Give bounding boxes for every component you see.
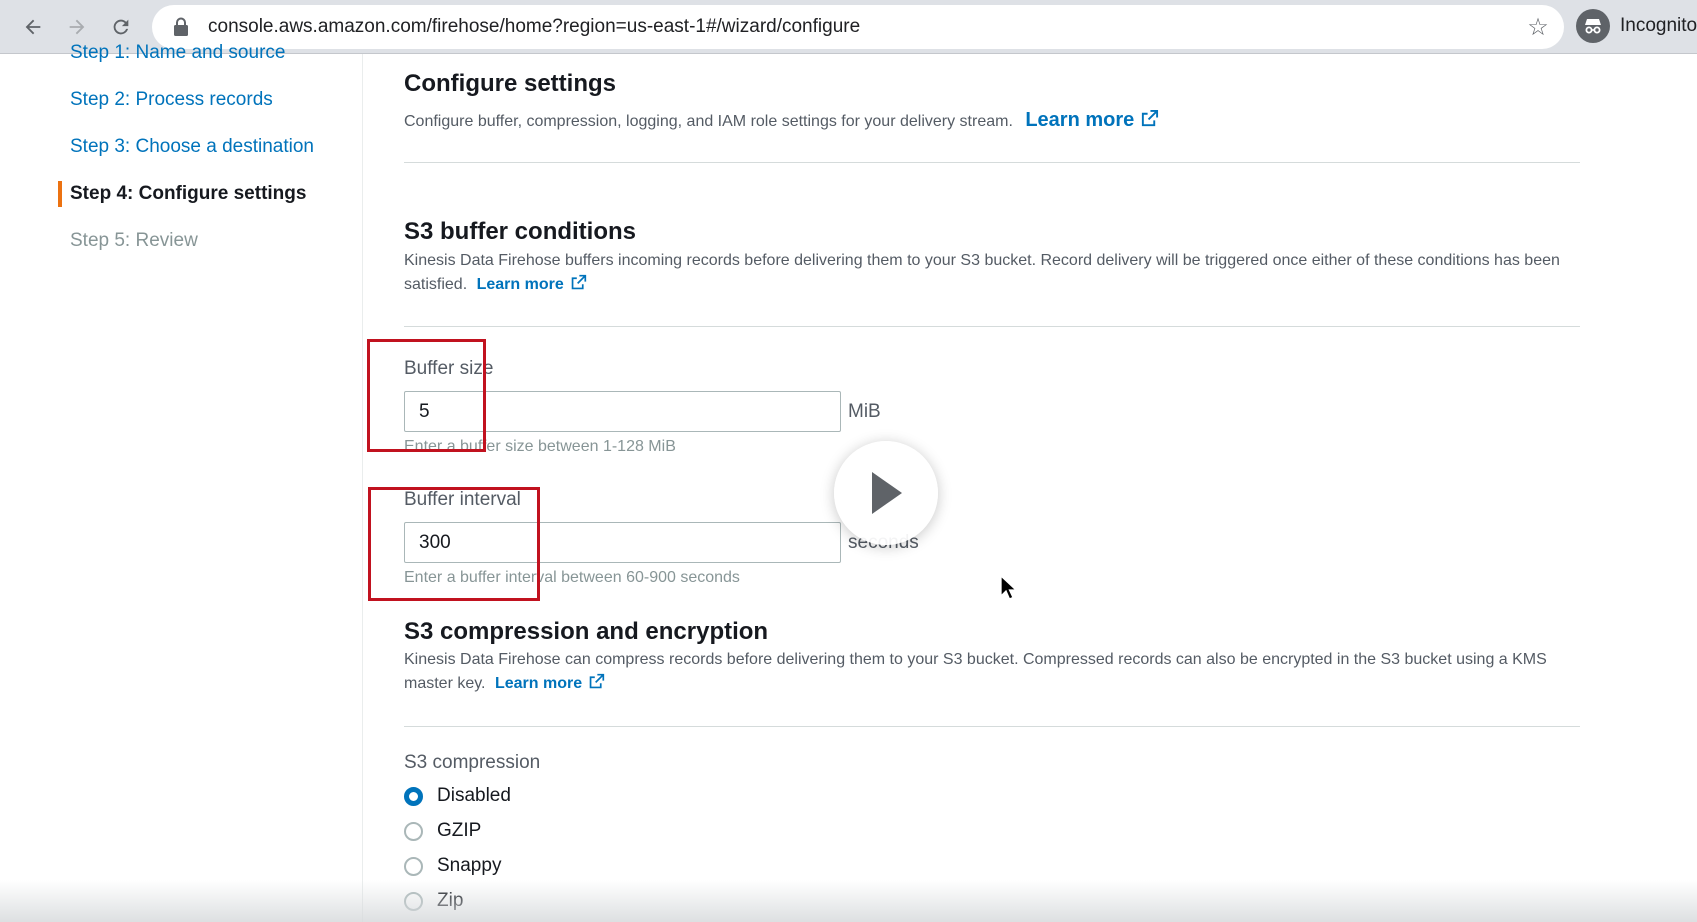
wizard-step-3[interactable]: Step 3: Choose a destination (70, 136, 314, 158)
compression-learn-more-link[interactable]: Learn more (494, 673, 605, 692)
radio-label: Disabled (437, 785, 511, 806)
configure-learn-more-label: Learn more (1025, 109, 1135, 131)
lock-icon (170, 16, 192, 38)
wizard-step-5: Step 5: Review (70, 230, 198, 251)
configure-description: Configure buffer, compression, logging, … (404, 108, 1580, 134)
wizard-step-4: Step 4: Configure settings (70, 183, 307, 204)
buffer-section-title: S3 buffer conditions (404, 218, 637, 245)
radio-label: GZIP (437, 820, 482, 841)
radio-button[interactable] (404, 821, 423, 841)
wizard-steps-nav: Step 1: Name and source Step 2: Process … (0, 42, 363, 922)
configure-learn-more-link[interactable]: Learn more (1025, 109, 1159, 131)
compression-description: Kinesis Data Firehose can compress recor… (404, 648, 1580, 696)
highlight-box-buffer-size (367, 339, 486, 452)
reload-icon[interactable] (104, 10, 138, 44)
radio-button[interactable] (404, 856, 423, 876)
buffer-description: Kinesis Data Firehose buffers incoming r… (404, 249, 1580, 297)
page-title: Configure settings (404, 70, 617, 97)
section-divider (404, 326, 1580, 327)
section-divider (404, 162, 1580, 163)
section-divider (404, 726, 1580, 727)
compression-option-gzip[interactable]: GZIP (404, 817, 481, 845)
bookmark-star-icon[interactable]: ☆ (1524, 13, 1552, 41)
compression-learn-more-label: Learn more (494, 675, 583, 692)
s3-compression-label: S3 compression (404, 752, 541, 773)
back-icon[interactable] (16, 10, 50, 44)
radio-label: Snappy (437, 855, 502, 876)
play-icon (872, 472, 902, 514)
radio-button-checked[interactable] (404, 786, 423, 806)
address-bar[interactable]: console.aws.amazon.com/firehose/home?reg… (152, 5, 1564, 49)
compression-section-title: S3 compression and encryption (404, 618, 769, 645)
buffer-size-unit: MiB (848, 401, 881, 422)
highlight-box-buffer-interval (368, 487, 540, 601)
wizard-step-2[interactable]: Step 2: Process records (70, 89, 273, 111)
configure-description-text: Configure buffer, compression, logging, … (404, 113, 1013, 130)
radio-button[interactable] (404, 891, 423, 911)
external-link-icon (589, 673, 605, 689)
incognito-profile[interactable]: Incognito (1576, 9, 1697, 43)
radio-label: Zip (437, 890, 464, 911)
forward-icon[interactable] (60, 10, 94, 44)
compression-option-zip[interactable]: Zip (404, 887, 463, 915)
url-text: console.aws.amazon.com/firehose/home?reg… (208, 16, 861, 37)
buffer-learn-more-link[interactable]: Learn more (476, 274, 587, 293)
incognito-icon (1576, 9, 1610, 43)
compression-option-disabled[interactable]: Disabled (404, 782, 511, 810)
video-play-button[interactable] (834, 441, 938, 545)
buffer-learn-more-label: Learn more (476, 276, 564, 293)
profile-label: Incognito (1620, 15, 1697, 36)
current-step-indicator (58, 181, 62, 207)
external-link-icon (1142, 109, 1159, 127)
mouse-cursor-icon (1000, 575, 1018, 600)
compression-option-snappy[interactable]: Snappy (404, 852, 501, 880)
external-link-icon (571, 274, 586, 290)
wizard-step-1[interactable]: Step 1: Name and source (70, 42, 285, 64)
